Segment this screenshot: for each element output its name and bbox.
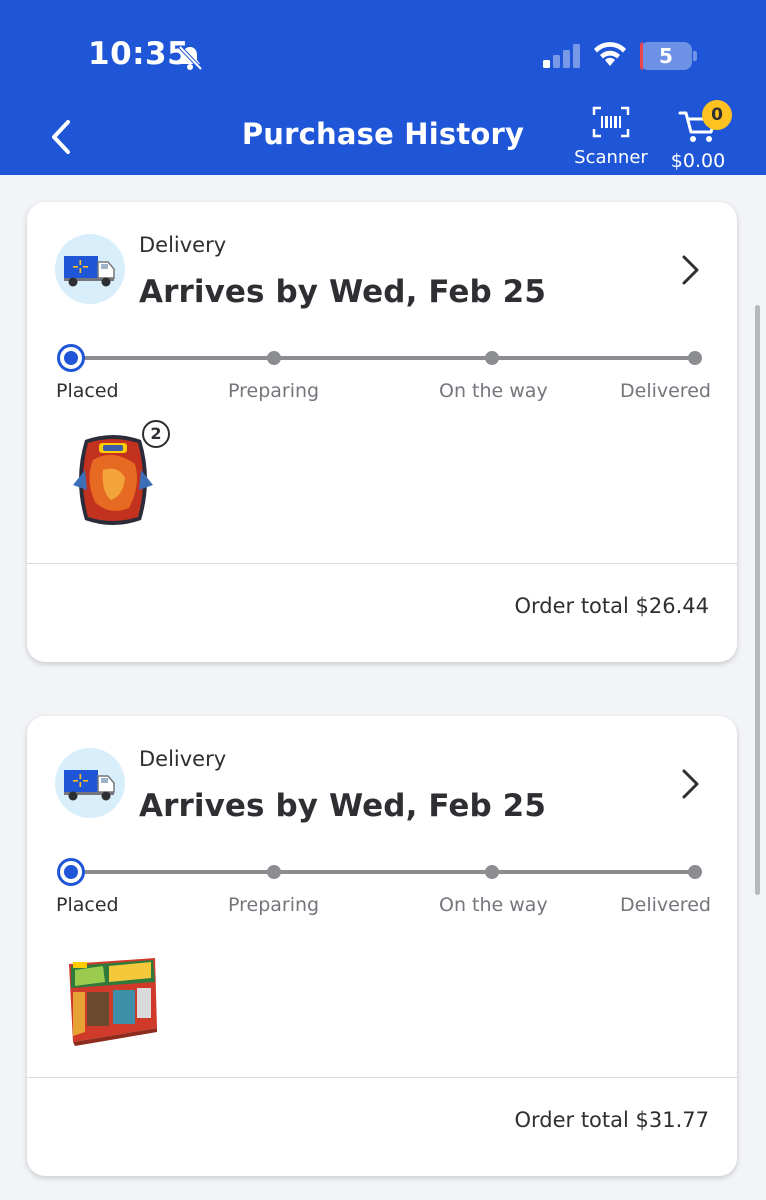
order-card[interactable]: Delivery Arrives by Wed, Feb 25 Placed P…	[27, 716, 737, 1176]
progress-line	[71, 356, 695, 360]
fulfillment-method: Delivery	[139, 747, 227, 771]
step-label-preparing: Preparing	[228, 894, 320, 916]
step-label-placed: Placed	[56, 894, 119, 916]
step-preparing-indicator	[267, 351, 281, 365]
app-header: 10:35 5 Purchase History Scanner 0 $0.00	[0, 0, 766, 175]
step-on-the-way-indicator	[485, 351, 499, 365]
step-placed-indicator	[57, 344, 85, 372]
scanner-button[interactable]: Scanner	[566, 106, 656, 172]
order-total: Order total $26.44	[514, 594, 709, 618]
chevron-right-icon[interactable]	[675, 766, 705, 802]
cart-count-badge: 0	[702, 100, 732, 130]
cellular-signal-icon	[543, 44, 580, 68]
truck-icon	[64, 770, 115, 801]
cart-total: $0.00	[670, 150, 726, 172]
step-label-delivered: Delivered	[620, 894, 711, 916]
order-progress-tracker	[57, 344, 705, 374]
status-time: 10:35	[88, 36, 190, 72]
order-card[interactable]: Delivery Arrives by Wed, Feb 25 Placed P…	[27, 202, 737, 662]
battery-icon: 5	[640, 42, 692, 70]
battery-level: 5	[659, 44, 673, 68]
step-placed-indicator	[57, 858, 85, 886]
barcode-scanner-icon	[592, 106, 630, 138]
truck-icon	[64, 256, 115, 287]
step-label-delivered: Delivered	[620, 380, 711, 402]
scanner-label: Scanner	[574, 147, 648, 168]
fulfillment-method: Delivery	[139, 233, 227, 257]
delivery-truck-icon	[55, 748, 125, 818]
card-divider	[27, 1077, 737, 1078]
delivery-truck-icon	[55, 234, 125, 304]
arrival-date: Arrives by Wed, Feb 25	[139, 274, 547, 310]
step-on-the-way-indicator	[485, 865, 499, 879]
order-progress-tracker	[57, 858, 705, 888]
scrollbar[interactable]	[755, 305, 760, 895]
cart-button[interactable]: 0 $0.00	[660, 100, 736, 172]
card-divider	[27, 563, 737, 564]
pokemon-collection-box-image[interactable]	[63, 952, 163, 1052]
bell-slash-icon	[178, 45, 203, 71]
step-preparing-indicator	[267, 865, 281, 879]
arrival-date: Arrives by Wed, Feb 25	[139, 788, 547, 824]
step-label-placed: Placed	[56, 380, 119, 402]
step-label-on-the-way: On the way	[439, 894, 548, 916]
step-delivered-indicator	[688, 351, 702, 365]
battery-nub	[693, 51, 697, 61]
step-label-preparing: Preparing	[228, 380, 320, 402]
step-delivered-indicator	[688, 865, 702, 879]
order-total: Order total $31.77	[514, 1108, 709, 1132]
progress-line	[71, 870, 695, 874]
wifi-icon	[594, 42, 626, 66]
step-label-on-the-way: On the way	[439, 380, 548, 402]
item-quantity-badge: 2	[142, 420, 170, 448]
chevron-right-icon[interactable]	[675, 252, 705, 288]
